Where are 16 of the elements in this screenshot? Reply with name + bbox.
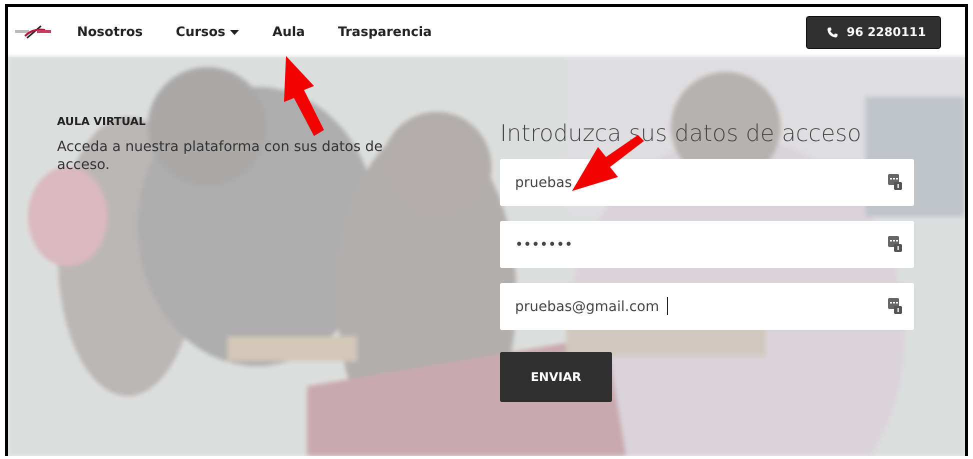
keypad-icon xyxy=(888,174,902,190)
input-field[interactable]: pruebas@gmail.com xyxy=(500,283,914,330)
keypad-icon xyxy=(888,298,902,314)
nav-link[interactable]: Cursos xyxy=(176,24,240,40)
submit-button[interactable]: ENVIAR xyxy=(500,352,612,402)
phone-button[interactable]: 96 2280111 xyxy=(806,16,941,48)
intro-text: Acceda a nuestra plataforma con sus datos de acceso. xyxy=(57,138,384,174)
nav-link[interactable]: Trasparencia xyxy=(338,24,432,40)
keypad-icon xyxy=(888,236,902,252)
section-label: AULA VIRTUAL xyxy=(57,115,147,128)
phone-icon xyxy=(826,26,838,38)
nav-link[interactable]: Nosotros xyxy=(77,24,143,40)
logo-icon[interactable] xyxy=(15,24,51,40)
input-field[interactable]: pruebas xyxy=(500,159,914,206)
input-field[interactable]: ••••••• xyxy=(500,221,914,268)
nav-link[interactable]: Aula xyxy=(272,24,305,40)
